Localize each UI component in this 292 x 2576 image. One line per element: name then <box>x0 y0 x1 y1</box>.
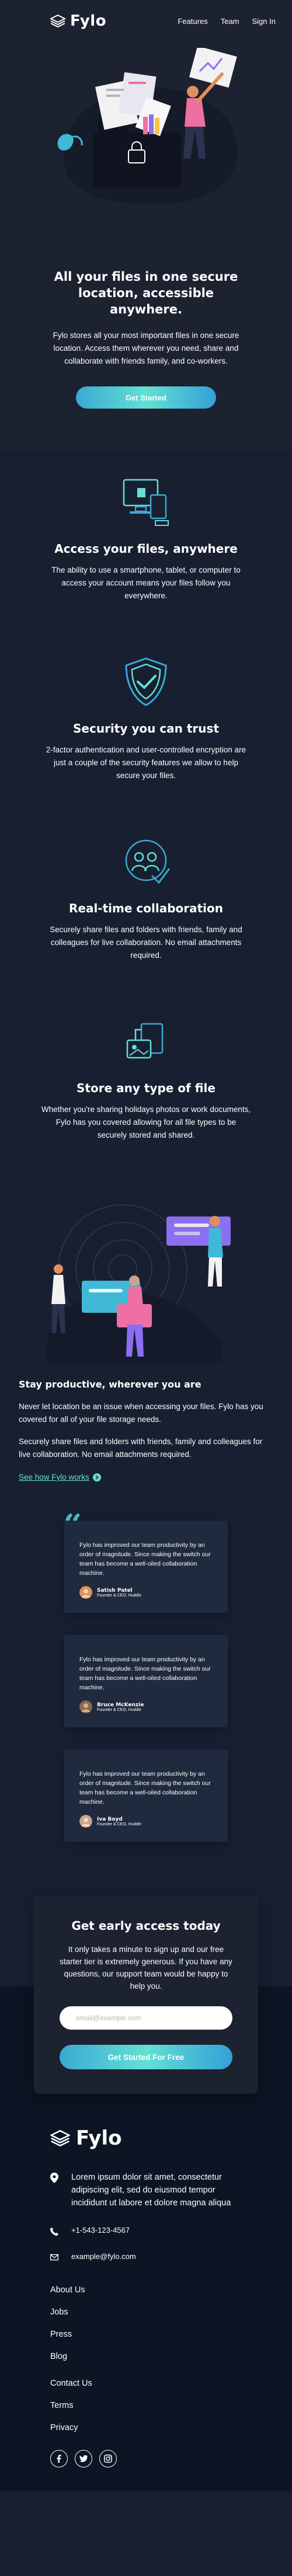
files-icon <box>126 1023 164 1059</box>
footer: Fylo Lorem ipsum dolor sit amet, consect… <box>0 2094 292 2491</box>
author-role: Founder & CEO, Huddle <box>97 1593 141 1598</box>
features-section: Access your files, anywhere The ability … <box>0 451 292 1142</box>
social-links <box>50 2450 242 2467</box>
testimonial-author: Bruce McKenzie Founder & CEO, Huddle <box>79 1700 213 1713</box>
testimonial-author: Satish Patel Founder & CEO, Huddle <box>79 1586 213 1599</box>
feature-collaboration: Real-time collaboration Securely share f… <box>0 834 292 962</box>
main-nav: Features Team Sign In <box>178 17 276 26</box>
nav-features[interactable]: Features <box>178 17 207 26</box>
avatar <box>79 1586 92 1599</box>
feature-title: Security you can trust <box>73 721 219 735</box>
link-contact-us[interactable]: Contact Us <box>50 2379 242 2388</box>
testimonial-card: Fylo has improved our team productivity … <box>64 1635 228 1727</box>
email-address[interactable]: example@fylo.com <box>71 2252 136 2261</box>
productive-title: Stay productive, wherever you are <box>19 1379 201 1390</box>
feature-security: Security you can trust 2-factor authenti… <box>0 654 292 782</box>
feature-title: Real-time collaboration <box>68 901 223 915</box>
nav-sign-in[interactable]: Sign In <box>252 17 276 26</box>
avatar <box>79 1700 92 1713</box>
footer-links: About Us Jobs Press Blog <box>50 2285 242 2361</box>
fylo-logo-icon <box>50 2130 70 2146</box>
testimonials-section: “ Fylo has improved our team productivit… <box>0 1482 292 1842</box>
productivity-illustration <box>46 1204 231 1362</box>
hero-illustration <box>57 48 238 205</box>
footer-phone: +1-543-123-4567 <box>50 2226 242 2236</box>
feature-description: Securely share files and folders with fr… <box>50 925 242 960</box>
testimonial-card: Fylo has improved our team productivity … <box>64 1749 228 1842</box>
hero-description: Fylo stores all your most important file… <box>53 331 239 365</box>
feature-description: 2-factor authentication and user-control… <box>46 745 246 780</box>
logo-text: Fylo <box>70 12 107 30</box>
shield-check-icon <box>125 657 167 706</box>
feature-file-types: Store any type of file Whether you're sh… <box>0 1013 292 1142</box>
feature-title: Store any type of file <box>77 1081 215 1095</box>
early-access-card: Get early access today It only takes a m… <box>34 1895 258 2094</box>
fylo-logo-icon <box>50 15 65 27</box>
author-role: Founder & CEO, Huddle <box>97 1707 141 1712</box>
twitter-link[interactable] <box>75 2450 92 2467</box>
phone-number[interactable]: +1-543-123-4567 <box>71 2226 130 2235</box>
early-access-description: It only takes a minute to sign up and ou… <box>60 1945 232 1991</box>
hero-title: All your files in one secure location, a… <box>54 270 238 316</box>
instagram-link[interactable] <box>99 2450 117 2467</box>
link-terms[interactable]: Terms <box>50 2401 242 2410</box>
devices-icon <box>123 479 169 526</box>
footer-logo-text: Fylo <box>76 2127 122 2150</box>
testimonial-text: Fylo has improved our team productivity … <box>79 1542 211 1577</box>
see-how-link[interactable]: See how Fylo works <box>19 1473 101 1482</box>
get-started-free-button[interactable]: Get Started For Free <box>60 2045 232 2069</box>
hero-text: All your files in one secure location, a… <box>0 269 292 409</box>
instagram-icon <box>104 2455 112 2463</box>
author-name: Bruce McKenzie <box>97 1702 144 1708</box>
hero-section: All your files in one secure location, a… <box>0 42 292 451</box>
early-access-title: Get early access today <box>71 1919 221 1933</box>
productive-paragraph: Securely share files and folders with fr… <box>19 1437 263 1459</box>
arrow-right-icon <box>92 1473 101 1482</box>
location-pin-icon <box>50 2173 58 2183</box>
email-icon <box>50 2254 58 2261</box>
footer-address: Lorem ipsum dolor sit amet, consectetur … <box>50 2171 242 2209</box>
early-access-section: Get early access today It only takes a m… <box>0 1864 292 2094</box>
author-role: Founder & CEO, Huddle <box>97 1822 141 1826</box>
collaboration-icon <box>125 839 171 884</box>
feature-title: Access your files, anywhere <box>54 542 238 556</box>
logo[interactable]: Fylo <box>50 12 106 30</box>
link-privacy[interactable]: Privacy <box>50 2423 242 2432</box>
testimonial-author: Iva Boyd Founder & CEO, Huddle <box>79 1815 213 1828</box>
email-input[interactable] <box>60 2006 232 2030</box>
footer-email: example@fylo.com <box>50 2252 242 2261</box>
twitter-icon <box>79 2455 88 2462</box>
link-press[interactable]: Press <box>50 2330 242 2339</box>
testimonial-card: Fylo has improved our team productivity … <box>64 1521 228 1613</box>
facebook-link[interactable] <box>50 2450 68 2467</box>
nav-team[interactable]: Team <box>221 17 239 26</box>
link-jobs[interactable]: Jobs <box>50 2307 242 2317</box>
testimonial-text: Fylo has improved our team productivity … <box>79 1770 211 1805</box>
phone-icon <box>50 2228 58 2236</box>
testimonial-text: Fylo has improved our team productivity … <box>79 1656 211 1691</box>
author-name: Satish Patel <box>97 1587 133 1594</box>
footer-logo[interactable]: Fylo <box>50 2127 242 2150</box>
header: Fylo Features Team Sign In <box>0 0 292 42</box>
link-about-us[interactable]: About Us <box>50 2285 242 2295</box>
productive-section: Stay productive, wherever you are Never … <box>0 1193 292 1482</box>
see-how-label: See how Fylo works <box>19 1473 89 1482</box>
feature-description: Whether you're sharing holidays photos o… <box>41 1105 251 1139</box>
avatar <box>79 1815 92 1828</box>
productive-paragraph: Never let location be an issue when acce… <box>19 1402 263 1424</box>
feature-description: The ability to use a smartphone, tablet,… <box>51 566 241 600</box>
get-started-button[interactable]: Get Started <box>76 386 216 409</box>
link-blog[interactable]: Blog <box>50 2352 242 2361</box>
facebook-icon <box>57 2455 61 2463</box>
feature-access: Access your files, anywhere The ability … <box>0 474 292 602</box>
address-text: Lorem ipsum dolor sit amet, consectetur … <box>71 2173 231 2208</box>
footer-links-secondary: Contact Us Terms Privacy <box>50 2379 242 2432</box>
author-name: Iva Boyd <box>97 1816 123 1822</box>
